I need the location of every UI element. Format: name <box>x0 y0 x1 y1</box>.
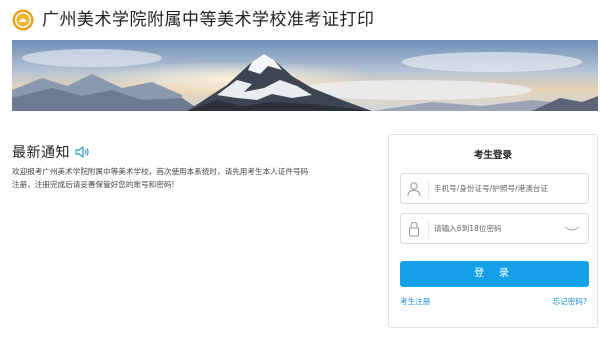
site-header: 广州美术学院附属中等美术学校准考证打印 <box>0 0 600 40</box>
username-field[interactable]: 手机号/身份证号/护照号/港澳台证 <box>400 173 589 204</box>
notice-section: 最新通知 欢迎报考广州美术学院附属中等美术学校，首次使用本系统时，请先用考生本人… <box>12 142 352 191</box>
user-icon <box>407 182 421 197</box>
lock-icon <box>409 221 419 237</box>
eye-closed-icon[interactable] <box>564 224 580 234</box>
notice-title: 最新通知 <box>12 145 70 161</box>
password-placeholder: 请输入6到18位密码 <box>434 224 502 233</box>
login-panel: 考生登录 手机号/身份证号/护照号/港澳台证 请输入6到18位密码 登 录 考生… <box>388 134 598 328</box>
forgot-password-link[interactable]: 忘记密码? <box>553 296 587 307</box>
school-emblem-icon <box>12 9 34 31</box>
page-title: 广州美术学院附属中等美术学校准考证打印 <box>42 10 375 30</box>
login-title: 考生登录 <box>473 150 512 161</box>
speaker-icon <box>75 146 89 158</box>
login-button[interactable]: 登 录 <box>400 261 589 287</box>
field-divider <box>428 220 429 239</box>
mountain-landscape-banner <box>12 40 598 111</box>
password-field[interactable]: 请输入6到18位密码 <box>400 213 589 244</box>
username-placeholder: 手机号/身份证号/护照号/港澳台证 <box>434 184 548 193</box>
notice-header: 最新通知 <box>12 142 352 162</box>
register-link[interactable]: 考生注册 <box>400 296 430 307</box>
notice-body: 欢迎报考广州美术学院附属中等美术学校，首次使用本系统时，请先用考生本人证件号码 … <box>12 167 309 189</box>
field-divider <box>428 180 429 199</box>
